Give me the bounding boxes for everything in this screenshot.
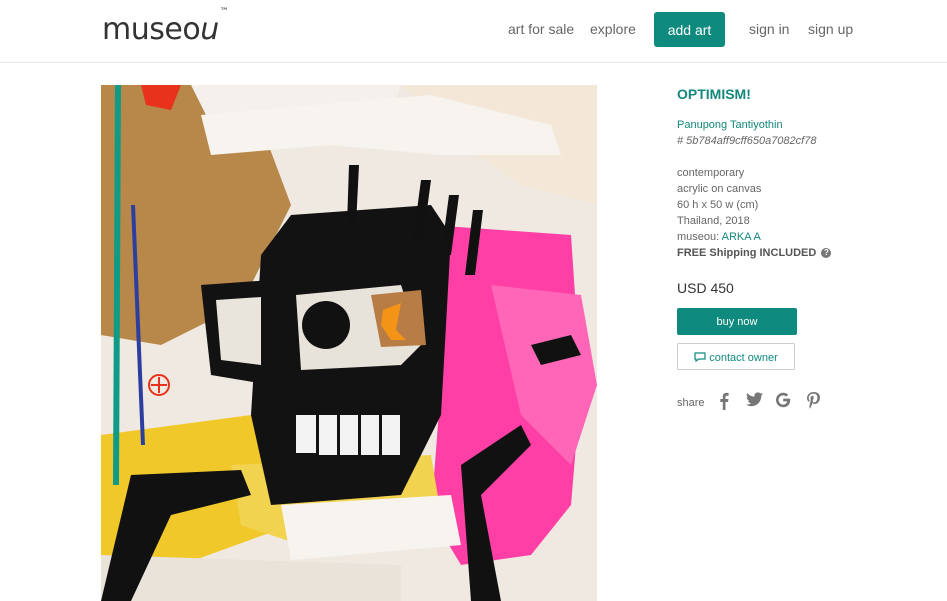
- contact-owner-button[interactable]: contact owner: [677, 343, 795, 370]
- buy-now-button[interactable]: buy now: [677, 308, 797, 335]
- artwork-category: contemporary: [677, 167, 745, 179]
- nav-explore[interactable]: explore: [590, 21, 636, 37]
- shipping-label: FREE Shipping INCLUDED: [677, 247, 817, 259]
- share-label: share: [677, 397, 705, 409]
- facebook-icon[interactable]: [719, 392, 729, 410]
- artwork-dimensions: 60 h x 50 w (cm): [677, 199, 759, 211]
- nav-sign-up[interactable]: sign up: [808, 21, 853, 37]
- nav-sign-in[interactable]: sign in: [749, 21, 789, 37]
- twitter-icon[interactable]: [746, 392, 763, 410]
- artwork-title: OPTIMISM!: [677, 86, 751, 102]
- logo[interactable]: museou™: [102, 7, 229, 47]
- artwork-museou: museou: ARKA A: [677, 231, 761, 243]
- artwork-origin: Thailand, 2018: [677, 215, 750, 227]
- museou-owner-link[interactable]: ARKA A: [722, 231, 761, 243]
- chat-icon: [694, 352, 706, 363]
- shipping-info: FREE Shipping INCLUDED ?: [677, 247, 832, 259]
- artwork-medium: acrylic on canvas: [677, 183, 762, 195]
- google-icon[interactable]: [775, 392, 791, 410]
- artist-link[interactable]: Panupong Tantiyothin: [677, 119, 783, 131]
- artwork-image[interactable]: [101, 85, 597, 601]
- artwork-painting: [101, 85, 597, 601]
- site-header: museou™ art for sale explore add art sig…: [0, 0, 947, 63]
- artwork-hash: # 5b784aff9cff650a7082cf78: [677, 135, 817, 147]
- contact-owner-label: contact owner: [709, 352, 778, 364]
- museou-label: museou:: [677, 231, 720, 243]
- add-art-button[interactable]: add art: [654, 12, 725, 47]
- pinterest-icon[interactable]: [807, 392, 820, 410]
- nav-art-for-sale[interactable]: art for sale: [508, 21, 574, 37]
- artwork-price: USD 450: [677, 280, 734, 296]
- help-icon[interactable]: ?: [821, 248, 832, 259]
